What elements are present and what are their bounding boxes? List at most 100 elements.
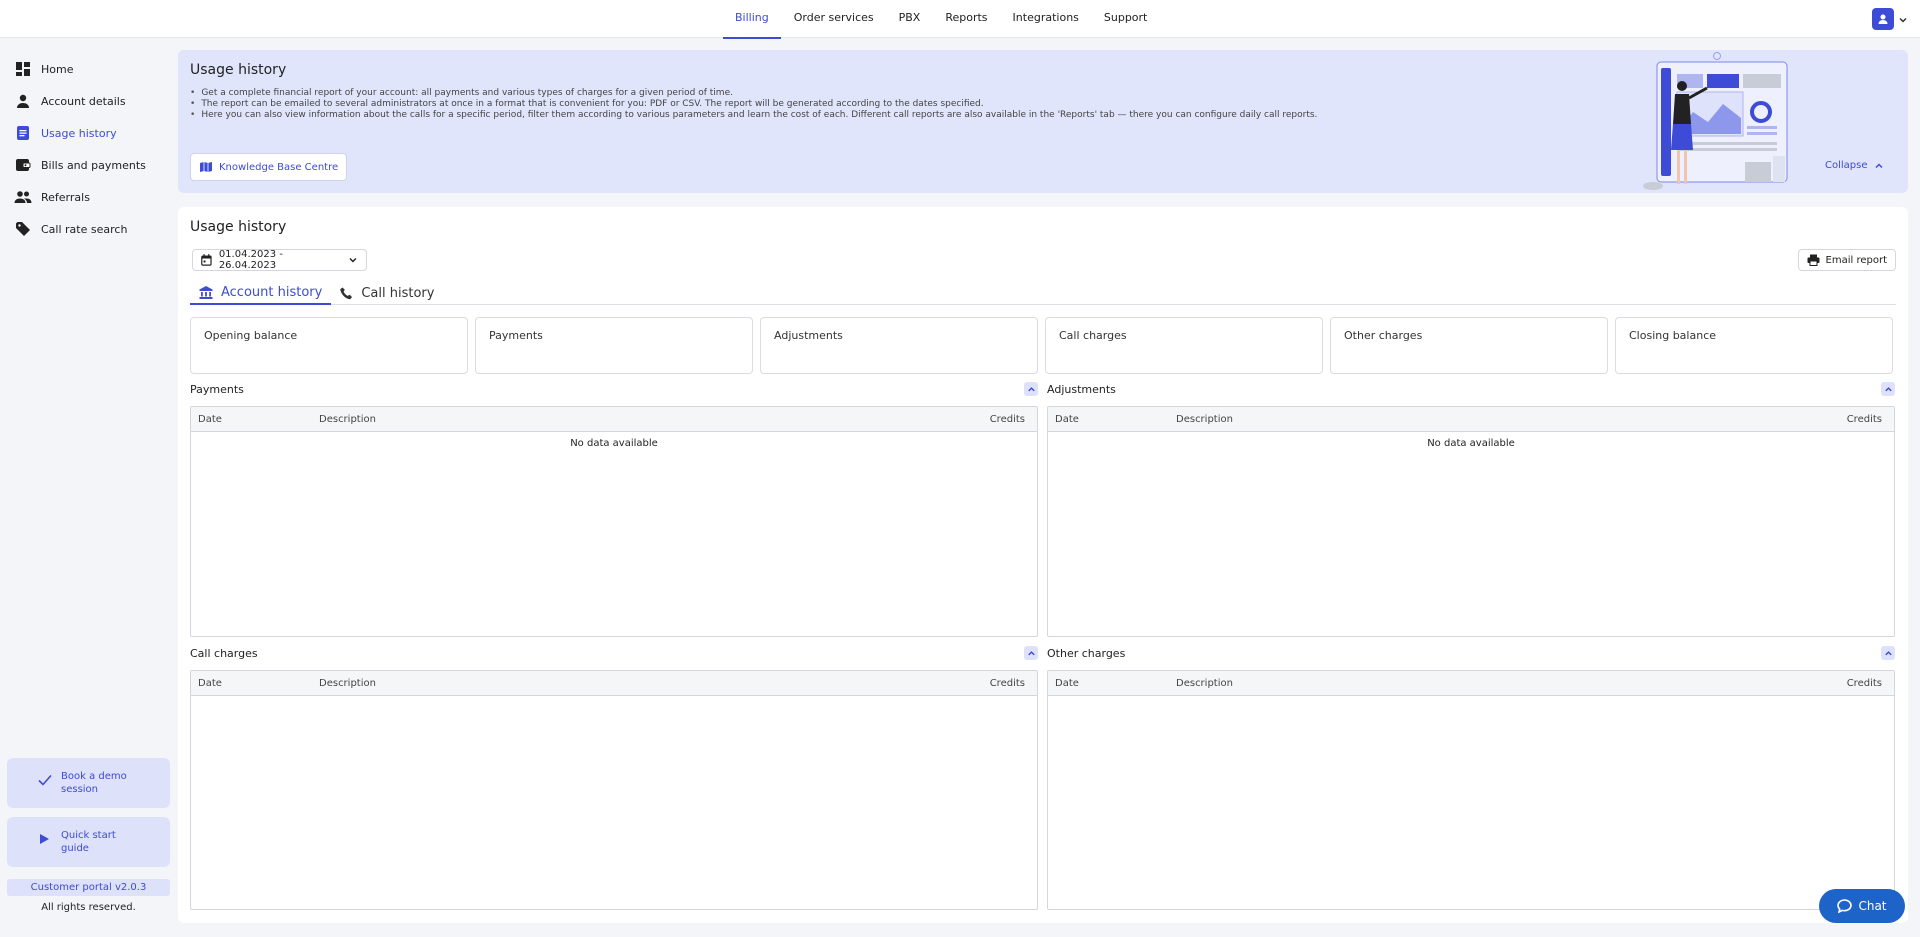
people-icon bbox=[14, 188, 32, 206]
quick-start-guide-button[interactable]: Quick start guide bbox=[7, 817, 170, 867]
tab-call-history[interactable]: Call history bbox=[331, 281, 443, 305]
col-date[interactable]: Date bbox=[1055, 678, 1079, 689]
tab-call-history-label: Call history bbox=[361, 285, 435, 301]
summary-cards: Opening balance Payments Adjustments Cal… bbox=[190, 317, 1893, 374]
card-opening-balance: Opening balance bbox=[190, 317, 468, 374]
sidebar-item-home[interactable]: Home bbox=[0, 53, 178, 85]
date-range-value: 01.04.2023 - 26.04.2023 bbox=[218, 249, 283, 271]
user-avatar-icon[interactable] bbox=[1872, 8, 1894, 30]
date-range-picker[interactable]: 01.04.2023 - 26.04.2023 bbox=[192, 249, 367, 271]
adjustments-table: Date Description Credits No data availab… bbox=[1047, 406, 1895, 637]
banner-title: Usage history bbox=[190, 62, 287, 78]
chat-button[interactable]: Chat bbox=[1819, 889, 1905, 923]
book-demo-button[interactable]: Book a demo session bbox=[7, 758, 170, 808]
topnav-pbx[interactable]: PBX bbox=[887, 0, 933, 38]
card-label: Opening balance bbox=[204, 329, 298, 342]
sidebar-item-account-details[interactable]: Account details bbox=[0, 85, 178, 117]
col-credits[interactable]: Credits bbox=[990, 414, 1025, 425]
col-description[interactable]: Description bbox=[319, 678, 376, 689]
tag-icon bbox=[14, 220, 32, 238]
chevron-up-icon bbox=[1884, 386, 1892, 391]
person-icon bbox=[14, 92, 32, 110]
bank-icon bbox=[199, 285, 213, 299]
payments-collapse-button[interactable] bbox=[1024, 382, 1038, 396]
tab-account-history[interactable]: Account history bbox=[190, 281, 332, 305]
col-description[interactable]: Description bbox=[1176, 414, 1233, 425]
table-header: Date Description Credits bbox=[191, 671, 1037, 696]
call-charges-collapse-button[interactable] bbox=[1024, 646, 1038, 660]
page-title: Usage history bbox=[190, 219, 287, 235]
copyright-text: All rights reserved. bbox=[41, 902, 136, 913]
col-credits[interactable]: Credits bbox=[1847, 414, 1882, 425]
card-label: Payments bbox=[489, 329, 543, 342]
topnav-integrations[interactable]: Integrations bbox=[1001, 0, 1091, 38]
usage-history-panel: Usage history 01.04.2023 - 26.04.2023 Em… bbox=[178, 207, 1908, 923]
sidebar-item-label: Call rate search bbox=[41, 222, 128, 236]
info-banner: Usage history Get a complete financial r… bbox=[178, 50, 1908, 193]
adjustments-collapse-button[interactable] bbox=[1881, 382, 1895, 396]
banner-bullet: Get a complete financial report of your … bbox=[190, 88, 1317, 99]
knowledge-base-button[interactable]: Knowledge Base Centre bbox=[190, 153, 348, 181]
sidebar-item-label: Referrals bbox=[41, 190, 90, 204]
version-badge[interactable]: Customer portal v2.0.3 bbox=[7, 879, 170, 896]
other-charges-collapse-button[interactable] bbox=[1881, 646, 1895, 660]
card-label: Closing balance bbox=[1629, 329, 1717, 342]
chevron-down-icon bbox=[349, 258, 357, 263]
sidebar-item-label: Account details bbox=[41, 94, 126, 108]
sidebar-item-usage-history[interactable]: Usage history bbox=[0, 117, 178, 149]
card-label: Adjustments bbox=[774, 329, 843, 342]
top-nav: Billing Order services PBX Reports Integ… bbox=[723, 0, 1160, 39]
email-report-button[interactable]: Email report bbox=[1797, 249, 1896, 271]
banner-illustration bbox=[1643, 52, 1788, 190]
col-credits[interactable]: Credits bbox=[990, 678, 1025, 689]
card-payments: Payments bbox=[475, 317, 753, 374]
topnav-reports[interactable]: Reports bbox=[933, 0, 999, 38]
dashboard-icon bbox=[14, 60, 32, 78]
banner-bullet: The report can be emailed to several adm… bbox=[190, 99, 1317, 110]
table-header: Date Description Credits bbox=[1048, 671, 1894, 696]
topnav-order-services[interactable]: Order services bbox=[782, 0, 886, 38]
quick-start-label: Quick start guide bbox=[61, 830, 116, 854]
call-charges-section-title: Call charges bbox=[190, 647, 258, 660]
calendar-icon bbox=[201, 254, 212, 266]
card-label: Call charges bbox=[1059, 329, 1127, 342]
col-date[interactable]: Date bbox=[198, 678, 222, 689]
sidebar-item-label: Usage history bbox=[41, 126, 117, 140]
history-tabs: Account history Call history bbox=[190, 281, 1896, 305]
col-date[interactable]: Date bbox=[1055, 414, 1079, 425]
sidebar-item-call-rate-search[interactable]: Call rate search bbox=[0, 213, 178, 245]
sidebar-item-label: Bills and payments bbox=[41, 158, 146, 172]
chevron-up-icon bbox=[1874, 162, 1883, 168]
email-report-label: Email report bbox=[1825, 254, 1887, 266]
card-other-charges: Other charges bbox=[1330, 317, 1608, 374]
check-icon bbox=[38, 774, 52, 786]
collapse-button[interactable]: Collapse bbox=[1825, 160, 1884, 171]
topnav-billing[interactable]: Billing bbox=[723, 0, 781, 39]
table-header: Date Description Credits bbox=[1048, 407, 1894, 432]
sidebar-item-label: Home bbox=[41, 62, 74, 76]
tab-account-history-label: Account history bbox=[221, 284, 323, 300]
wallet-icon bbox=[14, 156, 32, 174]
banner-bullets: Get a complete financial report of your … bbox=[190, 88, 1317, 121]
chevron-up-icon bbox=[1027, 650, 1035, 655]
col-description[interactable]: Description bbox=[1176, 678, 1233, 689]
card-adjustments: Adjustments bbox=[760, 317, 1038, 374]
col-credits[interactable]: Credits bbox=[1847, 678, 1882, 689]
other-charges-table: Date Description Credits bbox=[1047, 670, 1895, 910]
play-icon bbox=[40, 834, 49, 844]
col-date[interactable]: Date bbox=[198, 414, 222, 425]
user-menu[interactable] bbox=[1872, 8, 1908, 30]
banner-bullet: Here you can also view information about… bbox=[190, 110, 1317, 121]
printer-icon bbox=[1807, 254, 1820, 266]
sidebar-item-bills-and-payments[interactable]: Bills and payments bbox=[0, 149, 178, 181]
call-charges-table: Date Description Credits bbox=[190, 670, 1038, 910]
topnav-support[interactable]: Support bbox=[1092, 0, 1159, 38]
chevron-down-icon[interactable] bbox=[1898, 10, 1908, 29]
sidebar-item-referrals[interactable]: Referrals bbox=[0, 181, 178, 213]
chevron-up-icon bbox=[1027, 386, 1035, 391]
table-header: Date Description Credits bbox=[191, 407, 1037, 432]
chat-bubble-icon bbox=[1837, 899, 1853, 913]
col-description[interactable]: Description bbox=[319, 414, 376, 425]
empty-state: No data available bbox=[570, 438, 658, 449]
payments-section-title: Payments bbox=[190, 383, 244, 396]
